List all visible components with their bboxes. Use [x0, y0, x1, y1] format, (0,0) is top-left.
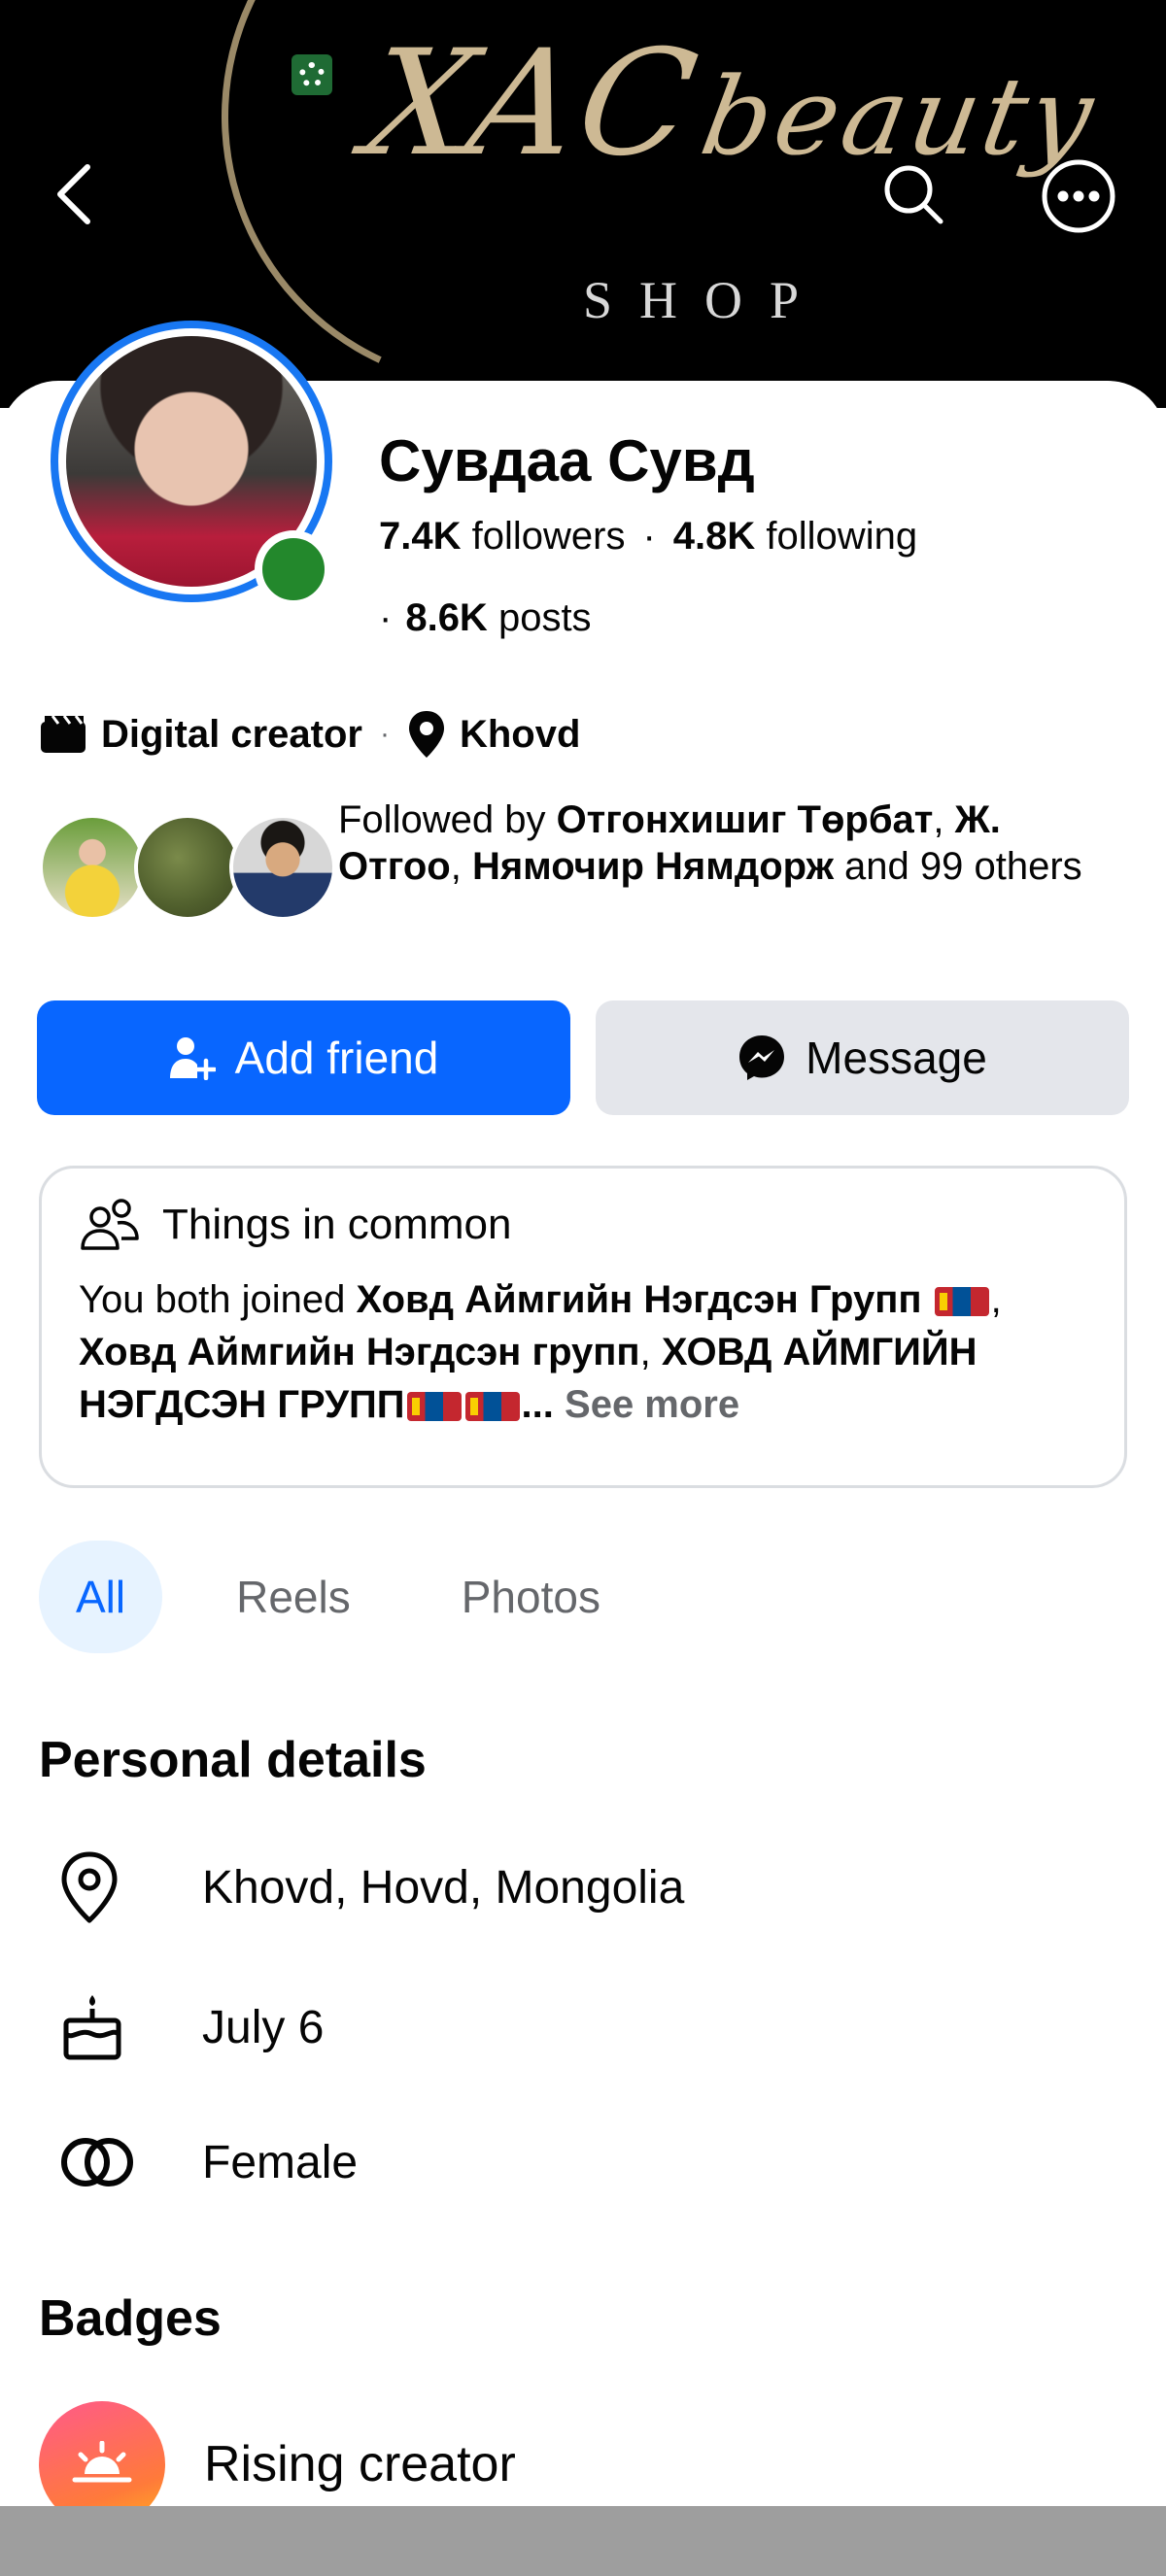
clapperboard-icon: [41, 715, 86, 753]
back-button[interactable]: [43, 155, 105, 233]
detail-birthday-text: July 6: [202, 2001, 325, 2053]
detail-gender: Female: [58, 2135, 358, 2189]
detail-gender-text: Female: [202, 2136, 359, 2188]
posts-stat: · 8.6K posts: [379, 596, 592, 639]
tab-reels[interactable]: Reels: [199, 1541, 388, 1653]
location-pin-icon: [408, 711, 444, 758]
mongolia-flag-icon: [464, 1392, 520, 1422]
online-status-indicator: [255, 530, 332, 608]
people-icon: [81, 1199, 139, 1250]
birthday-cake-icon: [63, 1995, 121, 2060]
search-button[interactable]: [874, 155, 952, 233]
mutual-avatar: [39, 814, 146, 921]
bottom-overlay-bar: [0, 2506, 1166, 2576]
cover-script-text: XACbeauty: [354, 19, 1106, 188]
location-pin-icon: [61, 1851, 118, 1923]
search-icon: [884, 165, 943, 224]
things-in-common-text: You both joined Ховд Аймгийн Нэгдсэн Гру…: [79, 1278, 1002, 1426]
messenger-icon: [739, 1035, 785, 1080]
profile-actions: Add friend Message: [37, 1000, 1129, 1115]
profile-intro-line: Digital creator · Khovd: [39, 709, 580, 760]
category-label: Digital creator: [101, 712, 362, 756]
mongolia-flag-icon: [406, 1392, 462, 1422]
badge-rising-creator-text: Rising creator: [204, 2436, 516, 2492]
things-in-common-title: Things in common: [162, 1201, 512, 1248]
mongolia-flag-icon: [934, 1287, 989, 1317]
message-button[interactable]: Message: [596, 1000, 1129, 1115]
chevron-left-icon: [57, 164, 90, 224]
mutual-avatar: [229, 814, 336, 921]
more-options-button[interactable]: [1038, 155, 1119, 237]
add-friend-button[interactable]: Add friend: [37, 1000, 570, 1115]
add-friend-label: Add friend: [234, 1033, 439, 1083]
more-dots-icon: [1042, 159, 1115, 233]
detail-birthday: July 6: [58, 1991, 324, 2063]
cover-shop-text: SHOP: [583, 271, 827, 329]
badges-title: Badges: [39, 2290, 222, 2347]
followers-link[interactable]: 7.4K followers: [379, 515, 625, 558]
profile-tabs: All Reels Photos: [39, 1541, 637, 1653]
tab-all[interactable]: All: [39, 1541, 163, 1653]
message-label: Message: [806, 1033, 987, 1083]
mutual-followers[interactable]: Followed by Отгонхишиг Төрбат, Ж. Отгоо,…: [39, 797, 1127, 942]
detail-location: Khovd, Hovd, Mongolia: [58, 1850, 684, 1924]
following-link[interactable]: 4.8K following: [673, 515, 917, 558]
profile-name: Сувдаа Сувд: [379, 428, 755, 493]
tab-photos[interactable]: Photos: [425, 1541, 637, 1653]
things-in-common-header: Things in common: [79, 1198, 1087, 1252]
location-label: Khovd: [459, 712, 581, 756]
detail-location-text: Khovd, Hovd, Mongolia: [202, 1861, 685, 1914]
gender-rings-icon: [61, 2138, 133, 2186]
see-more-link[interactable]: See more: [565, 1383, 739, 1426]
follow-stats: 7.4K followers · 4.8K following: [379, 515, 918, 558]
mutual-followers-text: Followed by Отгонхишиг Төрбат, Ж. Отгоо,…: [338, 798, 1082, 888]
add-friend-icon: [169, 1037, 216, 1080]
mutual-avatar: [134, 814, 241, 921]
cover-logo-icon: [292, 54, 332, 95]
personal-details-title: Personal details: [39, 1732, 427, 1788]
things-in-common-card[interactable]: Things in common You both joined Ховд Ай…: [39, 1166, 1127, 1488]
